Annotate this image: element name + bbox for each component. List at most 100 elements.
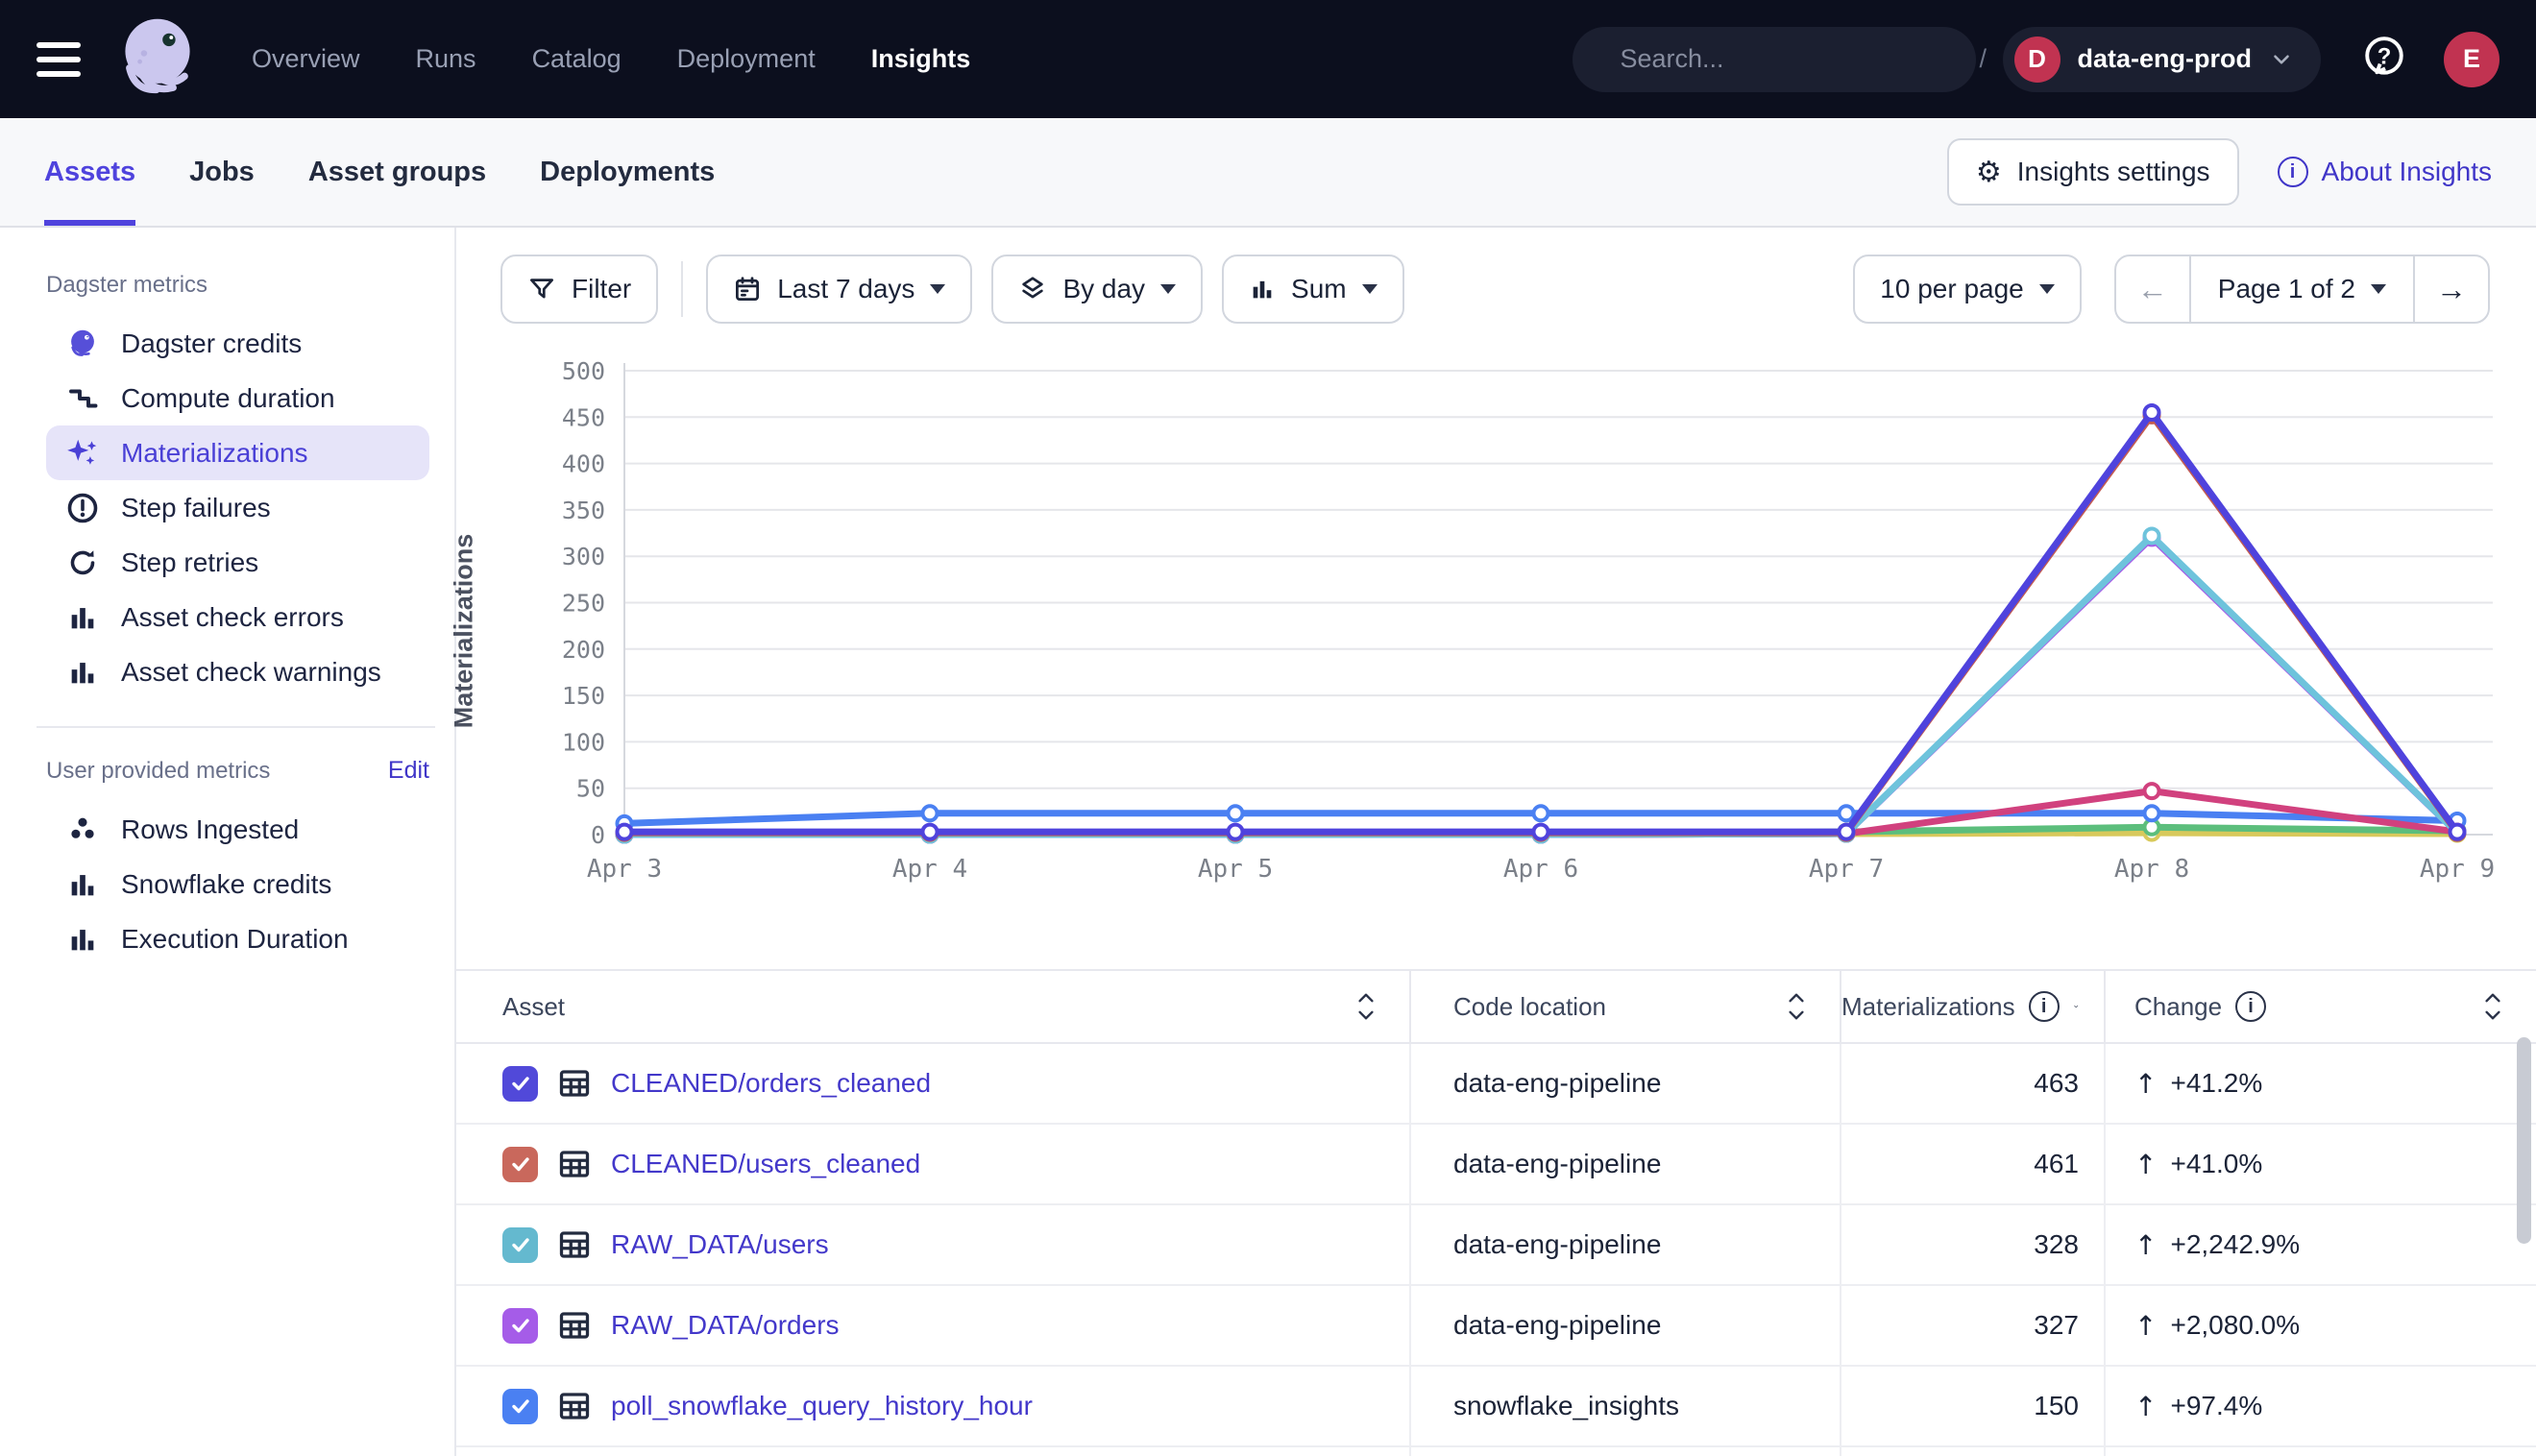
insights-settings-button[interactable]: ⚙ Insights settings bbox=[1947, 138, 2239, 206]
sort-icon[interactable] bbox=[2482, 991, 2503, 1022]
code-location-value: data-eng-pipeline bbox=[1453, 1068, 1661, 1099]
prev-page-button[interactable]: ← bbox=[2116, 256, 2191, 322]
asset-link[interactable]: RAW_DATA/orders bbox=[611, 1310, 840, 1341]
filter-label: Filter bbox=[572, 274, 631, 304]
info-icon[interactable]: i bbox=[2235, 991, 2266, 1022]
sidebar-item-label: Dagster credits bbox=[121, 328, 302, 359]
nav-deployment[interactable]: Deployment bbox=[677, 44, 816, 74]
svg-text:Apr 8: Apr 8 bbox=[2114, 855, 2189, 884]
sidebar-divider bbox=[37, 726, 435, 728]
sidebar-item-dagster-credits[interactable]: Dagster credits bbox=[46, 316, 429, 371]
change-value: +2,080.0% bbox=[2170, 1310, 2300, 1341]
nav-overview[interactable]: Overview bbox=[252, 44, 360, 74]
help-button[interactable]: ? bbox=[2359, 32, 2409, 86]
layers-icon bbox=[1018, 275, 1047, 303]
search-shortcut-hint: / bbox=[1980, 44, 1987, 74]
svg-text:300: 300 bbox=[562, 543, 605, 570]
sidebar-item-rows-ingested[interactable]: Rows Ingested bbox=[46, 802, 429, 857]
header-change[interactable]: Change i bbox=[2106, 971, 2536, 1042]
alert-circle-icon bbox=[63, 491, 102, 525]
tab-jobs[interactable]: Jobs bbox=[189, 118, 255, 226]
tab-assets[interactable]: Assets bbox=[44, 118, 135, 226]
assets-table: Asset Code location bbox=[456, 969, 2536, 1456]
svg-text:200: 200 bbox=[562, 636, 605, 664]
series-checkbox[interactable] bbox=[502, 1389, 538, 1424]
nav-catalog[interactable]: Catalog bbox=[532, 44, 622, 74]
line-chart[interactable]: 050100150200250300350400450500Apr 3Apr 4… bbox=[456, 343, 2536, 910]
sidebar-item-asset-check-errors[interactable]: Asset check errors bbox=[46, 590, 429, 644]
series-checkbox[interactable] bbox=[502, 1227, 538, 1263]
search-input[interactable] bbox=[1621, 44, 1961, 74]
hamburger-menu-icon[interactable] bbox=[37, 42, 81, 77]
sparkles-icon bbox=[63, 435, 102, 472]
deployment-name: data-eng-prod bbox=[2078, 44, 2253, 74]
sidebar-item-compute-duration[interactable]: Compute duration bbox=[46, 371, 429, 425]
sidebar-item-asset-check-warnings[interactable]: Asset check warnings bbox=[46, 644, 429, 699]
header-code-location[interactable]: Code location bbox=[1411, 971, 1841, 1042]
header-materializations[interactable]: Materializations i bbox=[1841, 971, 2106, 1042]
sidebar-item-label: Compute duration bbox=[121, 383, 335, 414]
sidebar-item-label: Snowflake credits bbox=[121, 869, 331, 900]
user-metrics-label: User provided metrics bbox=[46, 758, 270, 785]
materializations-chart: Materializations 05010015020025030035040… bbox=[456, 343, 2536, 910]
change-value: +97.4% bbox=[2170, 1391, 2262, 1421]
sidebar-item-execution-duration[interactable]: Execution Duration bbox=[46, 911, 429, 966]
tab-asset-groups[interactable]: Asset groups bbox=[308, 118, 486, 226]
table-grid-icon bbox=[557, 1066, 592, 1101]
column-label: Code location bbox=[1453, 992, 1606, 1022]
per-page-dropdown[interactable]: 10 per page bbox=[1853, 255, 2081, 324]
trend-up-icon: ↑ bbox=[2134, 1068, 2157, 1100]
trend-up-icon: ↑ bbox=[2134, 1310, 2157, 1342]
insights-settings-label: Insights settings bbox=[2017, 157, 2210, 187]
aggregation-dropdown[interactable]: Sum bbox=[1222, 255, 1404, 324]
series-checkbox[interactable] bbox=[502, 1308, 538, 1344]
code-location-value: snowflake_insights bbox=[1453, 1391, 1679, 1421]
page-select-dropdown[interactable]: Page 1 of 2 bbox=[2191, 256, 2413, 322]
deployment-switcher[interactable]: D data-eng-prod bbox=[2003, 27, 2322, 92]
table-header: Asset Code location bbox=[456, 971, 2536, 1044]
table-row: poll_snowflake_query_history_hour snowfl… bbox=[456, 1367, 2536, 1447]
table-grid-icon bbox=[557, 1227, 592, 1262]
sidebar-item-label: Asset check warnings bbox=[121, 657, 381, 688]
next-page-button[interactable]: → bbox=[2413, 256, 2488, 322]
series-checkbox[interactable] bbox=[502, 1147, 538, 1182]
filter-button[interactable]: Filter bbox=[500, 255, 658, 324]
asset-link[interactable]: RAW_DATA/users bbox=[611, 1229, 829, 1260]
sidebar-item-step-failures[interactable]: Step failures bbox=[46, 480, 429, 535]
page-label: Page 1 of 2 bbox=[2218, 274, 2355, 304]
asset-link[interactable]: CLEANED/users_cleaned bbox=[611, 1149, 920, 1179]
svg-text:Apr 7: Apr 7 bbox=[1809, 855, 1884, 884]
bar-chart-icon bbox=[63, 923, 102, 956]
calendar-icon bbox=[733, 275, 762, 303]
page-scrollbar[interactable] bbox=[2517, 1037, 2531, 1244]
svg-text:Apr 6: Apr 6 bbox=[1503, 855, 1578, 884]
nav-runs[interactable]: Runs bbox=[416, 44, 476, 74]
octopus-icon bbox=[63, 326, 102, 362]
dagster-logo-icon bbox=[108, 10, 207, 109]
global-search[interactable]: / bbox=[1573, 27, 1976, 92]
sidebar-item-snowflake-credits[interactable]: Snowflake credits bbox=[46, 857, 429, 911]
sort-icon[interactable] bbox=[1786, 991, 1807, 1022]
code-location-value: data-eng-pipeline bbox=[1453, 1229, 1661, 1260]
table-row: CLEANED/orders_cleaned data-eng-pipeline… bbox=[456, 1044, 2536, 1125]
granularity-dropdown[interactable]: By day bbox=[991, 255, 1203, 324]
user-avatar[interactable]: E bbox=[2444, 32, 2499, 87]
header-asset[interactable]: Asset bbox=[456, 971, 1411, 1042]
series-checkbox[interactable] bbox=[502, 1066, 538, 1102]
about-insights-link[interactable]: i About Insights bbox=[2278, 157, 2492, 187]
sidebar-item-step-retries[interactable]: Step retries bbox=[46, 535, 429, 590]
edit-metrics-link[interactable]: Edit bbox=[388, 757, 429, 785]
tab-deployments[interactable]: Deployments bbox=[540, 118, 715, 226]
date-range-dropdown[interactable]: Last 7 days bbox=[706, 255, 972, 324]
materializations-value: 461 bbox=[2034, 1149, 2079, 1179]
sort-icon[interactable] bbox=[1355, 991, 1377, 1022]
sidebar-item-materializations[interactable]: Materializations bbox=[46, 425, 429, 480]
svg-text:Apr 5: Apr 5 bbox=[1198, 855, 1273, 884]
change-value: +2,242.9% bbox=[2170, 1229, 2300, 1260]
asset-link[interactable]: poll_snowflake_query_history_hour bbox=[611, 1391, 1033, 1421]
column-label: Asset bbox=[502, 992, 565, 1022]
table-row: RAW_DATA/users data-eng-pipeline 328 ↑ +… bbox=[456, 1205, 2536, 1286]
info-icon[interactable]: i bbox=[2029, 991, 2060, 1022]
nav-insights[interactable]: Insights bbox=[871, 44, 971, 74]
asset-link[interactable]: CLEANED/orders_cleaned bbox=[611, 1068, 931, 1099]
